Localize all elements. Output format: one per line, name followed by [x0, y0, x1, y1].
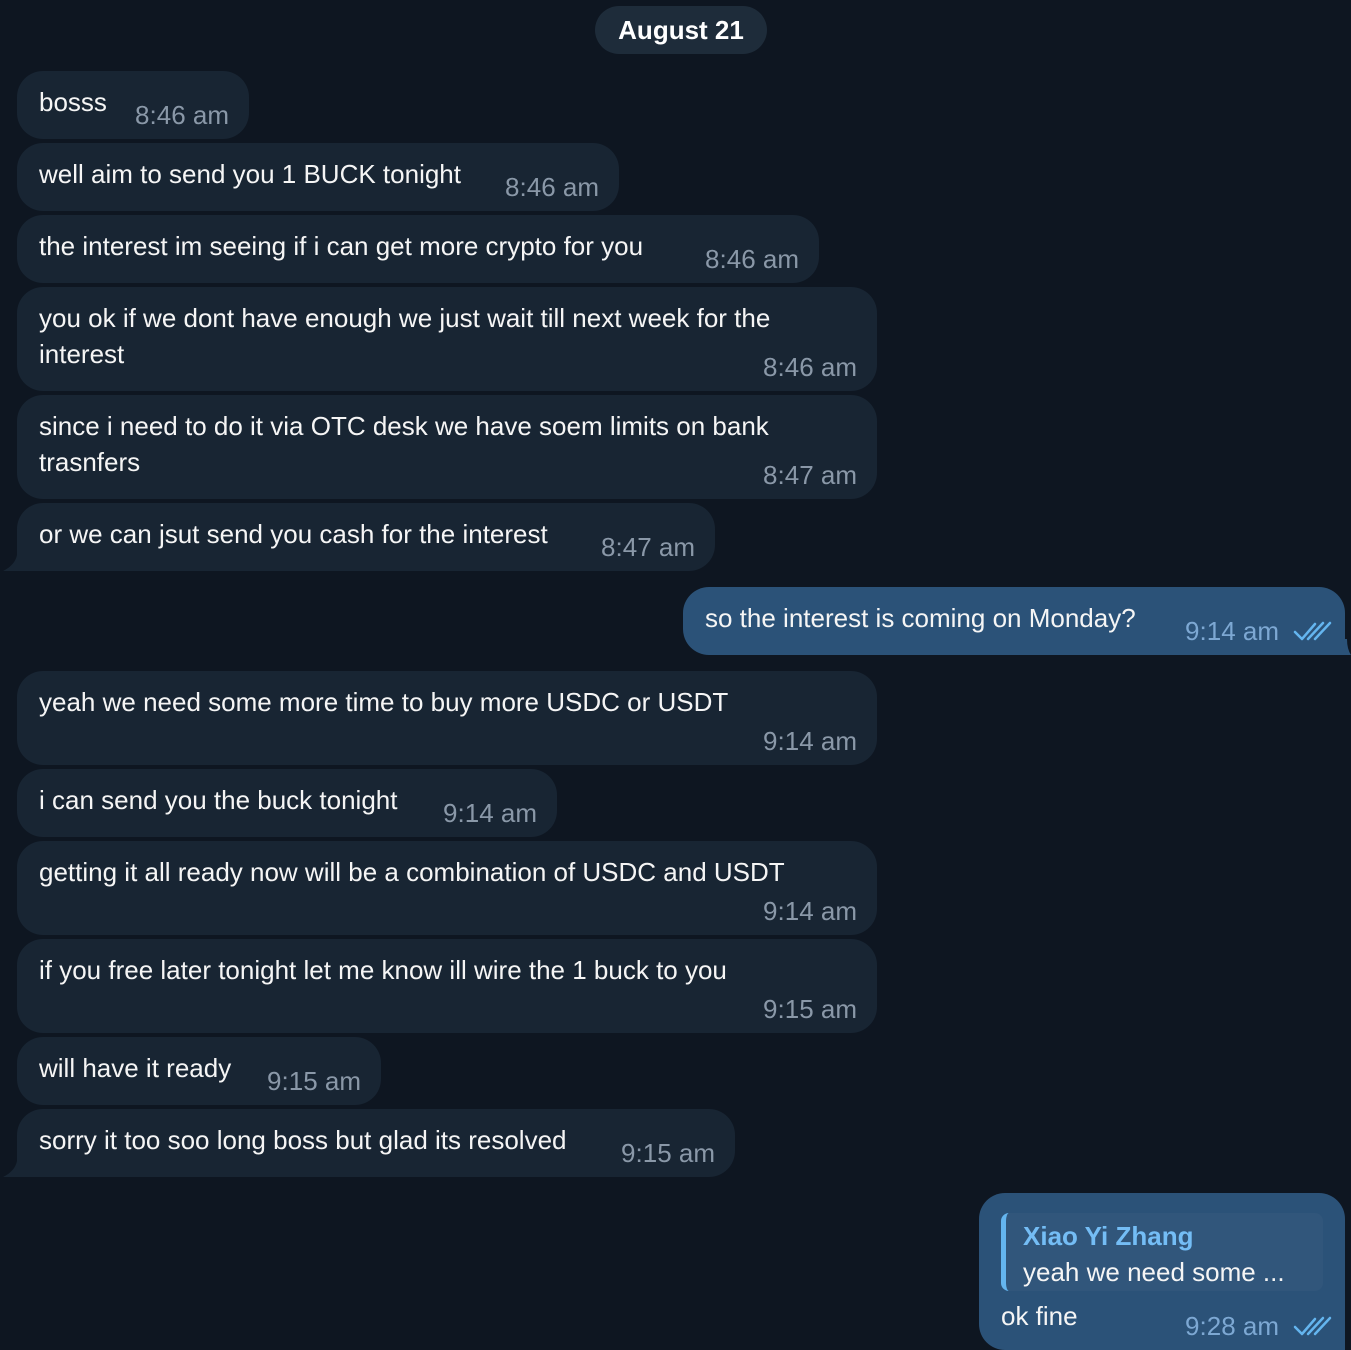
- incoming-message[interactable]: bosss 8:46 am: [17, 71, 249, 139]
- incoming-message[interactable]: if you free later tonight let me know il…: [17, 939, 877, 1033]
- outgoing-message[interactable]: Xiao Yi Zhang yeah we need some ... ok f…: [979, 1193, 1345, 1350]
- incoming-message[interactable]: since i need to do it via OTC desk we ha…: [17, 395, 877, 499]
- message-text: well aim to send you 1 BUCK tonight: [39, 159, 461, 189]
- incoming-message[interactable]: yeah we need some more time to buy more …: [17, 671, 877, 765]
- reply-preview[interactable]: Xiao Yi Zhang yeah we need some ...: [1001, 1213, 1323, 1291]
- message-time: 9:14 am: [443, 798, 537, 828]
- incoming-message[interactable]: i can send you the buck tonight 9:14 am: [17, 769, 557, 837]
- message-time: 9:14 am: [763, 726, 857, 756]
- message-text: the interest im seeing if i can get more…: [39, 231, 644, 261]
- bubble-tail: [3, 555, 19, 571]
- message-text: ok fine: [1001, 1301, 1078, 1331]
- message-time: 8:46 am: [763, 352, 857, 382]
- message-text: getting it all ready now will be a combi…: [39, 857, 785, 887]
- double-check-icon: [1293, 621, 1332, 641]
- message-text: so the interest is coming on Monday?: [705, 603, 1136, 633]
- message-text: you ok if we dont have enough we just wa…: [39, 303, 771, 369]
- incoming-message[interactable]: sorry it too soo long boss but glad its …: [17, 1109, 735, 1177]
- message-time: 9:15 am: [763, 994, 857, 1024]
- message-time: 8:47 am: [601, 532, 695, 562]
- bubble-tail: [3, 1161, 19, 1177]
- message-text: yeah we need some more time to buy more …: [39, 687, 729, 717]
- incoming-message[interactable]: well aim to send you 1 BUCK tonight 8:46…: [17, 143, 619, 211]
- message-time: 9:15 am: [621, 1138, 715, 1168]
- message-text: if you free later tonight let me know il…: [39, 955, 727, 985]
- message-time: 9:14 am: [1185, 616, 1279, 646]
- incoming-message[interactable]: getting it all ready now will be a combi…: [17, 841, 877, 935]
- message-text: will have it ready: [39, 1053, 232, 1083]
- incoming-message[interactable]: will have it ready 9:15 am: [17, 1037, 381, 1105]
- message-time: 8:46 am: [705, 244, 799, 274]
- incoming-message[interactable]: the interest im seeing if i can get more…: [17, 215, 819, 283]
- message-time: 9:28 am: [1185, 1311, 1279, 1341]
- reply-text: yeah we need some ...: [1023, 1257, 1285, 1287]
- message-time: 8:46 am: [505, 172, 599, 202]
- message-text: sorry it too soo long boss but glad its …: [39, 1125, 567, 1155]
- incoming-message[interactable]: you ok if we dont have enough we just wa…: [17, 287, 877, 391]
- outgoing-message[interactable]: so the interest is coming on Monday? 9:1…: [683, 587, 1345, 655]
- message-time: 9:14 am: [763, 896, 857, 926]
- message-time: 8:46 am: [135, 100, 229, 130]
- message-time: 9:15 am: [267, 1066, 361, 1096]
- bubble-tail: [1345, 639, 1351, 655]
- reply-author: Xiao Yi Zhang: [1023, 1221, 1194, 1251]
- date-separator: August 21: [595, 6, 767, 54]
- message-text: since i need to do it via OTC desk we ha…: [39, 411, 769, 477]
- message-text: or we can jsut send you cash for the int…: [39, 519, 548, 549]
- message-text: i can send you the buck tonight: [39, 785, 398, 815]
- double-check-icon: [1293, 1316, 1332, 1336]
- message-text: bosss: [39, 87, 107, 117]
- incoming-message[interactable]: or we can jsut send you cash for the int…: [17, 503, 715, 571]
- message-time: 8:47 am: [763, 460, 857, 490]
